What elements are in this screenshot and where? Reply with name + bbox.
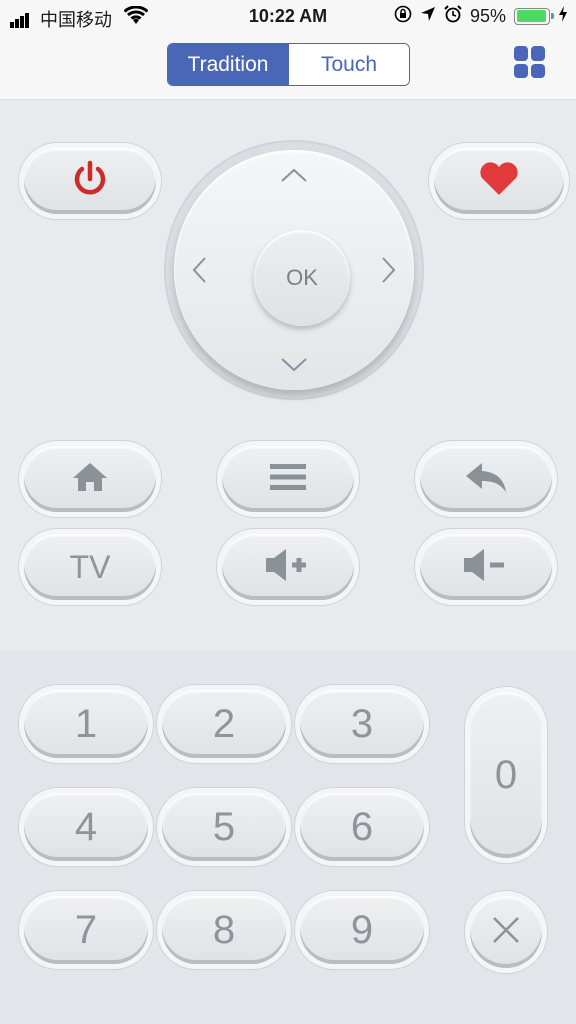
chevron-left-icon[interactable]: [184, 255, 214, 285]
dpad: OK: [164, 140, 424, 400]
power-button[interactable]: [24, 148, 156, 214]
digit-0-button[interactable]: 0: [470, 692, 542, 858]
tab-tradition[interactable]: Tradition: [168, 44, 288, 85]
chevron-right-icon[interactable]: [374, 255, 404, 285]
chevron-up-icon[interactable]: [279, 160, 309, 190]
volume-up-icon: [264, 547, 312, 588]
volume-down-icon: [462, 547, 510, 588]
volume-down-button[interactable]: [420, 534, 552, 600]
volume-up-button[interactable]: [222, 534, 354, 600]
back-arrow-icon: [464, 461, 508, 498]
menu-button[interactable]: [222, 446, 354, 512]
location-icon: [420, 6, 436, 27]
grid-icon[interactable]: [514, 46, 546, 78]
digit-2-button[interactable]: 2: [162, 690, 286, 758]
digit-9-button[interactable]: 9: [300, 896, 424, 964]
delete-button[interactable]: [470, 896, 542, 968]
tv-button[interactable]: TV: [24, 534, 156, 600]
power-icon: [70, 159, 110, 204]
tv-label: TV: [69, 548, 111, 585]
rotation-lock-icon: [394, 5, 412, 28]
back-button[interactable]: [420, 446, 552, 512]
charging-icon: [558, 5, 568, 27]
mode-segmented-control: Tradition Touch: [167, 43, 410, 86]
digit-8-button[interactable]: 8: [162, 896, 286, 964]
home-icon: [71, 461, 109, 498]
digit-5-button[interactable]: 5: [162, 793, 286, 861]
status-bar: 中国移动 10:22 AM 95%: [0, 0, 576, 34]
digit-7-button[interactable]: 7: [24, 896, 148, 964]
digit-1-button[interactable]: 1: [24, 690, 148, 758]
digit-6-button[interactable]: 6: [300, 793, 424, 861]
tab-touch[interactable]: Touch: [288, 44, 409, 85]
number-keypad: 1 2 3 4 5 6 7 8 9 0: [0, 650, 576, 1024]
battery-icon: [514, 7, 554, 25]
digit-4-button[interactable]: 4: [24, 793, 148, 861]
ok-button[interactable]: OK: [254, 230, 350, 326]
chevron-down-icon[interactable]: [279, 350, 309, 380]
dpad-ring[interactable]: OK: [174, 150, 414, 390]
home-button[interactable]: [24, 446, 156, 512]
mode-header: Tradition Touch: [0, 34, 576, 100]
menu-icon: [270, 462, 306, 497]
heart-icon: [478, 161, 520, 202]
battery-percent: 95%: [469, 5, 506, 26]
navigation-panel: OK TV: [0, 100, 576, 650]
digit-3-button[interactable]: 3: [300, 690, 424, 758]
favorite-button[interactable]: [434, 148, 564, 214]
alarm-icon: [444, 4, 462, 28]
close-icon: [491, 915, 521, 950]
